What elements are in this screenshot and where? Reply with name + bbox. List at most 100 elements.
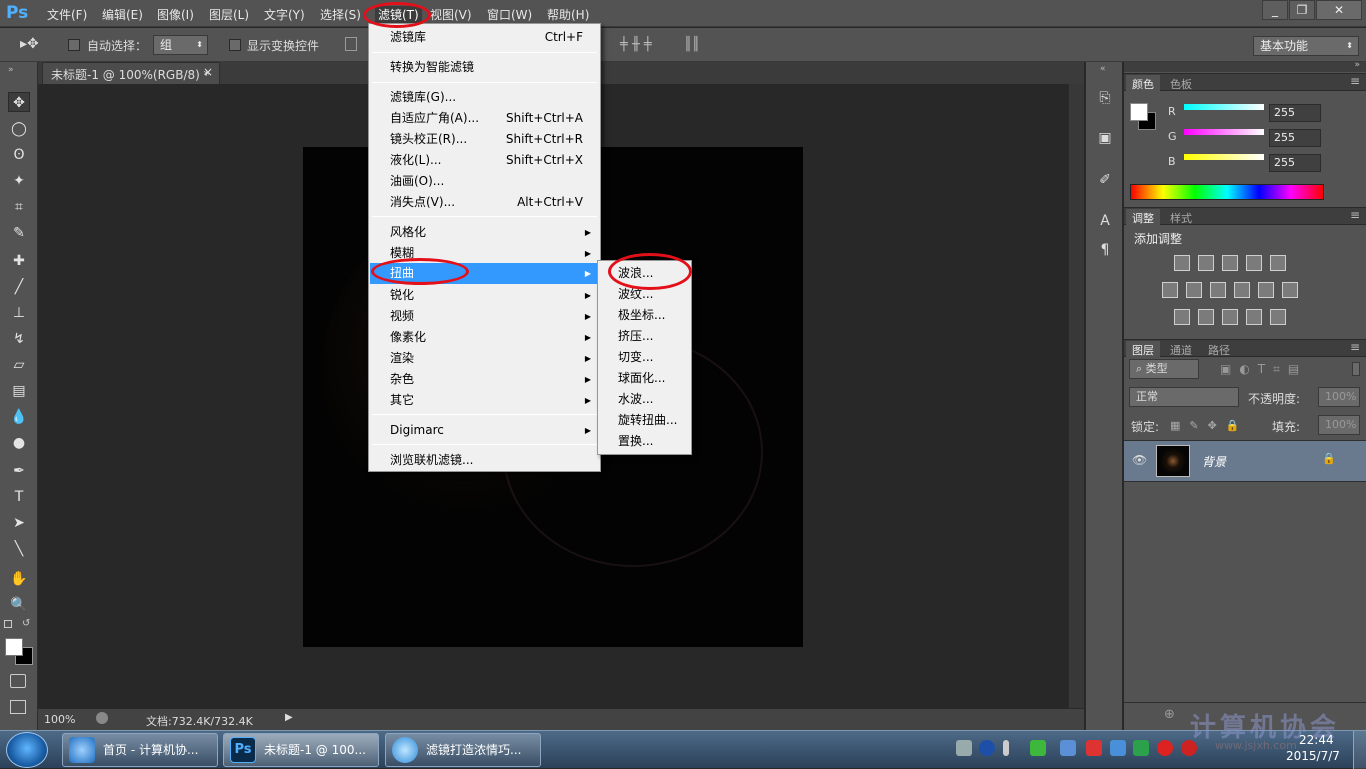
menu-file[interactable]: 文件(F) bbox=[47, 6, 87, 23]
security-icon[interactable] bbox=[1086, 740, 1102, 756]
minimize-button[interactable]: _ bbox=[1262, 0, 1288, 20]
color-balance-icon[interactable] bbox=[1186, 282, 1202, 298]
help-icon[interactable] bbox=[979, 740, 995, 756]
quick-mask-icon[interactable] bbox=[10, 674, 26, 688]
exposure-icon[interactable] bbox=[1246, 255, 1262, 271]
tab-color[interactable]: 颜色 bbox=[1126, 75, 1160, 91]
clock-time[interactable]: 22:44 bbox=[1299, 733, 1334, 747]
channel-g-slider[interactable] bbox=[1184, 129, 1264, 135]
pen-tool-icon[interactable]: ✒ bbox=[8, 461, 30, 481]
keyboard-icon[interactable] bbox=[956, 740, 972, 756]
menu-type[interactable]: 文字(Y) bbox=[264, 6, 305, 23]
channel-mixer-icon[interactable] bbox=[1258, 282, 1274, 298]
filter-toggle[interactable] bbox=[1352, 362, 1360, 376]
task-ie-tutorial[interactable]: 滤镜打造浓情巧... bbox=[385, 733, 541, 767]
stamp-tool-icon[interactable]: ⊥ bbox=[8, 303, 30, 323]
submenu-item-zigzag[interactable]: 水波... bbox=[599, 389, 690, 410]
show-desktop-button[interactable] bbox=[1353, 731, 1366, 769]
menu-item-sharpen[interactable]: 锐化 ▶ bbox=[370, 285, 599, 306]
fill-value[interactable]: 100% bbox=[1318, 415, 1360, 435]
qq-icon[interactable] bbox=[1157, 740, 1173, 756]
menu-layer[interactable]: 图层(L) bbox=[209, 6, 249, 23]
menu-window[interactable]: 窗口(W) bbox=[487, 6, 532, 23]
tray-arrow-icon[interactable] bbox=[1003, 740, 1009, 756]
menu-edit[interactable]: 编辑(E) bbox=[102, 6, 143, 23]
gradient-map-icon[interactable] bbox=[1270, 309, 1286, 325]
history-brush-icon[interactable]: ↯ bbox=[8, 329, 30, 349]
levels-icon[interactable] bbox=[1198, 255, 1214, 271]
submenu-item-twirl[interactable]: 旋转扭曲... bbox=[599, 410, 690, 431]
move-tool-preset-icon[interactable]: ▸✥ bbox=[20, 36, 39, 52]
menu-image[interactable]: 图像(I) bbox=[157, 6, 194, 23]
tab-channels[interactable]: 通道 bbox=[1164, 341, 1198, 359]
foreground-color-swatch[interactable] bbox=[5, 638, 23, 656]
properties-panel-icon[interactable]: ▣ bbox=[1094, 127, 1116, 149]
default-colors-icon[interactable] bbox=[4, 620, 12, 628]
layer-row-background[interactable]: 👁 背景 🔒 bbox=[1124, 440, 1366, 482]
lock-icons[interactable]: ▦✎✥🔒 bbox=[1170, 419, 1249, 432]
visibility-eye-icon[interactable]: 👁 bbox=[1132, 453, 1147, 467]
lasso-tool-icon[interactable]: ʘ bbox=[8, 145, 30, 165]
close-tab-icon[interactable]: × bbox=[203, 65, 213, 79]
auto-select-dropdown[interactable]: 组 ⬍ bbox=[153, 35, 208, 55]
tab-styles[interactable]: 样式 bbox=[1164, 209, 1198, 227]
auto-align-icon[interactable]: ║║ bbox=[684, 37, 700, 52]
layer-filter-icons[interactable]: ▣◐T⌗▤ bbox=[1220, 362, 1307, 377]
panel-menu-icon[interactable]: ≡ bbox=[1350, 340, 1360, 354]
close-window-button[interactable]: ✕ bbox=[1316, 0, 1362, 20]
menu-item-browse-online[interactable]: 浏览联机滤镜... bbox=[370, 450, 599, 471]
menu-item-vanishing-point[interactable]: 消失点(V)... Alt+Ctrl+V bbox=[370, 192, 599, 213]
opacity-value[interactable]: 100% bbox=[1318, 387, 1360, 407]
magic-wand-tool-icon[interactable]: ✦ bbox=[8, 171, 30, 191]
menu-item-other[interactable]: 其它 ▶ bbox=[370, 390, 599, 411]
collapse-toolbox-icon[interactable]: » bbox=[8, 65, 14, 75]
auto-select-checkbox[interactable] bbox=[68, 39, 80, 51]
app-tray-icon[interactable] bbox=[1133, 740, 1149, 756]
menu-item-render[interactable]: 渲染 ▶ bbox=[370, 348, 599, 369]
path-select-tool-icon[interactable]: ➤ bbox=[8, 513, 30, 533]
channel-b-value[interactable]: 255 bbox=[1269, 154, 1321, 172]
flag-icon[interactable] bbox=[1060, 740, 1076, 756]
status-info-icon[interactable] bbox=[96, 712, 108, 724]
eyedropper-tool-icon[interactable]: ✎ bbox=[8, 223, 30, 243]
vertical-scrollbar[interactable] bbox=[1068, 84, 1084, 708]
tab-layers[interactable]: 图层 bbox=[1126, 341, 1160, 357]
layer-name[interactable]: 背景 bbox=[1202, 453, 1226, 470]
character-panel-icon[interactable]: A bbox=[1094, 210, 1116, 232]
panel-menu-icon[interactable]: ≡ bbox=[1350, 208, 1360, 222]
channel-b-slider[interactable] bbox=[1184, 154, 1264, 160]
marquee-tool-icon[interactable]: ◯ bbox=[8, 119, 30, 139]
layer-filter-dropdown[interactable]: ⌕ 类型 bbox=[1129, 359, 1199, 379]
submenu-item-displace[interactable]: 置换... bbox=[599, 431, 690, 452]
menu-help[interactable]: 帮助(H) bbox=[547, 6, 589, 23]
blend-mode-dropdown[interactable]: 正常 bbox=[1129, 387, 1239, 407]
menu-item-oil-paint[interactable]: 油画(O)... bbox=[370, 171, 599, 192]
brightness-icon[interactable] bbox=[1174, 255, 1190, 271]
network-icon[interactable] bbox=[1030, 740, 1046, 756]
black-white-icon[interactable] bbox=[1210, 282, 1226, 298]
gradient-tool-icon[interactable]: ▤ bbox=[8, 381, 30, 401]
posterize-icon[interactable] bbox=[1198, 309, 1214, 325]
threshold-icon[interactable] bbox=[1222, 309, 1238, 325]
menu-item-video[interactable]: 视频 ▶ bbox=[370, 306, 599, 327]
hue-saturation-icon[interactable] bbox=[1162, 282, 1178, 298]
menu-item-digimarc[interactable]: Digimarc ▶ bbox=[370, 420, 599, 441]
selective-color-icon[interactable] bbox=[1246, 309, 1262, 325]
submenu-item-pinch[interactable]: 挤压... bbox=[599, 326, 690, 347]
menu-item-noise[interactable]: 杂色 ▶ bbox=[370, 369, 599, 390]
workspace-dropdown[interactable]: 基本功能 ⬍ bbox=[1253, 36, 1359, 56]
hand-tool-icon[interactable]: ✋ bbox=[8, 569, 30, 589]
dodge-tool-icon[interactable]: ● bbox=[8, 433, 30, 453]
distribute-icons[interactable]: ╪ ╫ ╪ bbox=[620, 37, 652, 52]
color-fg-swatch[interactable] bbox=[1130, 103, 1148, 121]
document-tab[interactable]: 未标题-1 @ 100%(RGB/8) * × bbox=[42, 62, 220, 84]
tab-paths[interactable]: 路径 bbox=[1202, 341, 1236, 359]
menu-item-lens-correction[interactable]: 镜头校正(R)... Shift+Ctrl+R bbox=[370, 129, 599, 150]
collapse-dock-icon[interactable]: « bbox=[1100, 64, 1106, 74]
zoom-tool-icon[interactable]: 🔍 bbox=[8, 595, 30, 615]
submenu-item-spherize[interactable]: 球面化... bbox=[599, 368, 690, 389]
line-tool-icon[interactable]: ╲ bbox=[8, 539, 30, 559]
type-tool-icon[interactable]: T bbox=[8, 487, 30, 507]
submenu-item-shear[interactable]: 切变... bbox=[599, 347, 690, 368]
curves-icon[interactable] bbox=[1222, 255, 1238, 271]
